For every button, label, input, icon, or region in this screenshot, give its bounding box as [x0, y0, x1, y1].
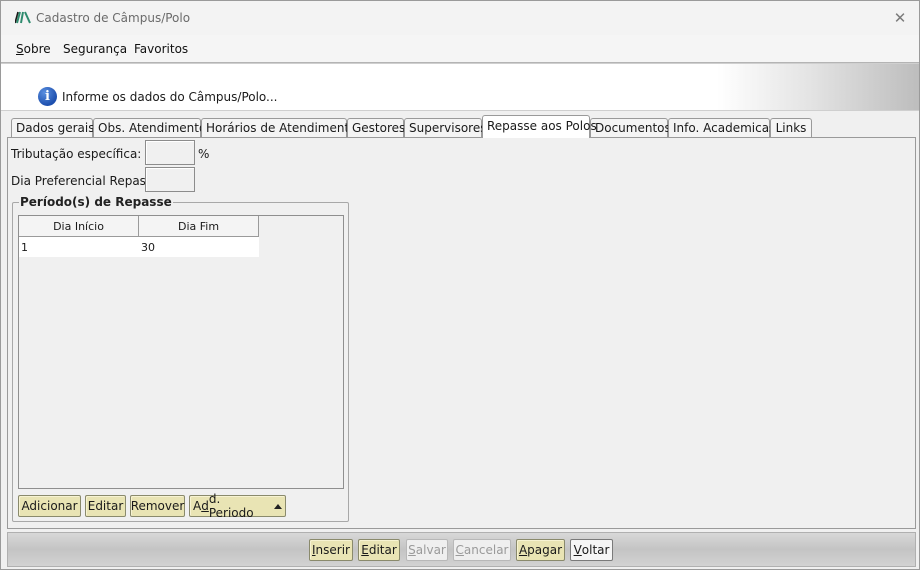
remover-button[interactable]: Remover — [130, 495, 185, 517]
editar-mnemonic: E — [361, 543, 369, 557]
tab-supervisores[interactable]: Supervisores — [404, 118, 487, 138]
add-periodo-button[interactable]: Ad d. Periodo — [189, 492, 286, 520]
column-dia-fim[interactable]: Dia Fim — [139, 216, 259, 237]
tab-info-academicas[interactable]: Info. Academicas — [668, 118, 775, 138]
menu-sobre-mnemonic: S — [16, 42, 24, 56]
caret-up-icon — [274, 503, 282, 509]
periodos-title: Período(s) de Repasse — [19, 195, 173, 209]
add-periodo-label-rest: d. Periodo — [208, 492, 254, 520]
cell-dia-fim: 30 — [141, 241, 155, 254]
tab-strip: Dados gerais Obs. Atendimento Horários d… — [9, 115, 914, 138]
menu-sobre[interactable]: Sobre — [16, 42, 51, 56]
window-title: Cadastro de Câmpus/Polo — [36, 11, 191, 25]
dia-preferencial-label: Dia Preferencial Repasse: — [11, 174, 164, 188]
tab-links[interactable]: Links — [770, 118, 812, 138]
editar-periodo-button[interactable]: Editar — [85, 495, 126, 517]
tab-documentos[interactable]: Documentos — [590, 118, 671, 138]
inserir-button[interactable]: Inserir — [309, 539, 353, 561]
table-row[interactable]: 1 30 — [19, 237, 259, 257]
close-icon[interactable]: ✕ — [887, 6, 913, 30]
info-icon: i — [38, 87, 57, 106]
add-periodo-mnemonic: d — [201, 499, 209, 513]
apagar-label: pagar — [527, 543, 563, 557]
cancelar-mnemonic: C — [455, 543, 464, 557]
editar-button[interactable]: Editar — [358, 539, 400, 561]
add-periodo-label-a: A — [193, 499, 202, 513]
periodos-group: Período(s) de Repasse Dia Início Dia Fim… — [12, 195, 349, 522]
dia-preferencial-field[interactable] — [145, 167, 195, 192]
apagar-button[interactable]: Apagar — [516, 539, 565, 561]
inserir-label: nserir — [315, 543, 350, 557]
voltar-mnemonic: V — [573, 543, 582, 557]
periodos-table[interactable]: Dia Início Dia Fim 1 30 — [18, 215, 344, 489]
voltar-button[interactable]: Voltar — [570, 539, 613, 561]
menu-sobre-label: obre — [23, 42, 51, 56]
salvar-mnemonic: S — [408, 543, 416, 557]
salvar-button[interactable]: Salvar — [406, 539, 448, 561]
menu-bar: Sobre Segurança Favoritos — [1, 35, 919, 63]
adicionar-button[interactable]: Adicionar — [18, 495, 81, 517]
app-logo-icon — [15, 11, 31, 24]
apagar-mnemonic: A — [518, 543, 528, 557]
menu-favoritos[interactable]: Favoritos — [134, 42, 188, 56]
info-banner: i Informe os dados do Câmpus/Polo... — [1, 63, 919, 111]
table-header: Dia Início Dia Fim — [19, 216, 259, 237]
tab-dados-gerais[interactable]: Dados gerais — [11, 118, 95, 138]
action-bar: Inserir Editar Salvar Cancelar Apagar Vo… — [7, 532, 916, 567]
tab-repasse-aos-polos[interactable]: Repasse aos Polos — [482, 115, 597, 138]
cancelar-label: ancelar — [463, 543, 509, 557]
tab-horarios-atendimento[interactable]: Horários de Atendimento — [201, 118, 357, 138]
repasse-panel: Tributação específica: % Dia Preferencia… — [7, 137, 916, 529]
tributacao-field[interactable] — [145, 140, 195, 165]
editar-label: ditar — [368, 543, 397, 557]
app-window: Cadastro de Câmpus/Polo ✕ Sobre Seguranç… — [0, 0, 920, 570]
column-dia-inicio[interactable]: Dia Início — [19, 216, 139, 237]
tab-gestores[interactable]: Gestores — [347, 118, 405, 138]
cell-dia-inicio: 1 — [21, 241, 28, 254]
salvar-label: alvar — [415, 543, 446, 557]
menu-seguranca[interactable]: Segurança — [63, 42, 127, 56]
voltar-label: oltar — [581, 543, 610, 557]
tributacao-unit: % — [198, 147, 210, 161]
cancelar-button[interactable]: Cancelar — [453, 539, 511, 561]
info-message: Informe os dados do Câmpus/Polo... — [62, 90, 278, 104]
title-bar: Cadastro de Câmpus/Polo ✕ — [1, 1, 919, 35]
tributacao-label: Tributação específica: — [11, 147, 142, 161]
tab-obs-atendimento[interactable]: Obs. Atendimento — [93, 118, 206, 138]
